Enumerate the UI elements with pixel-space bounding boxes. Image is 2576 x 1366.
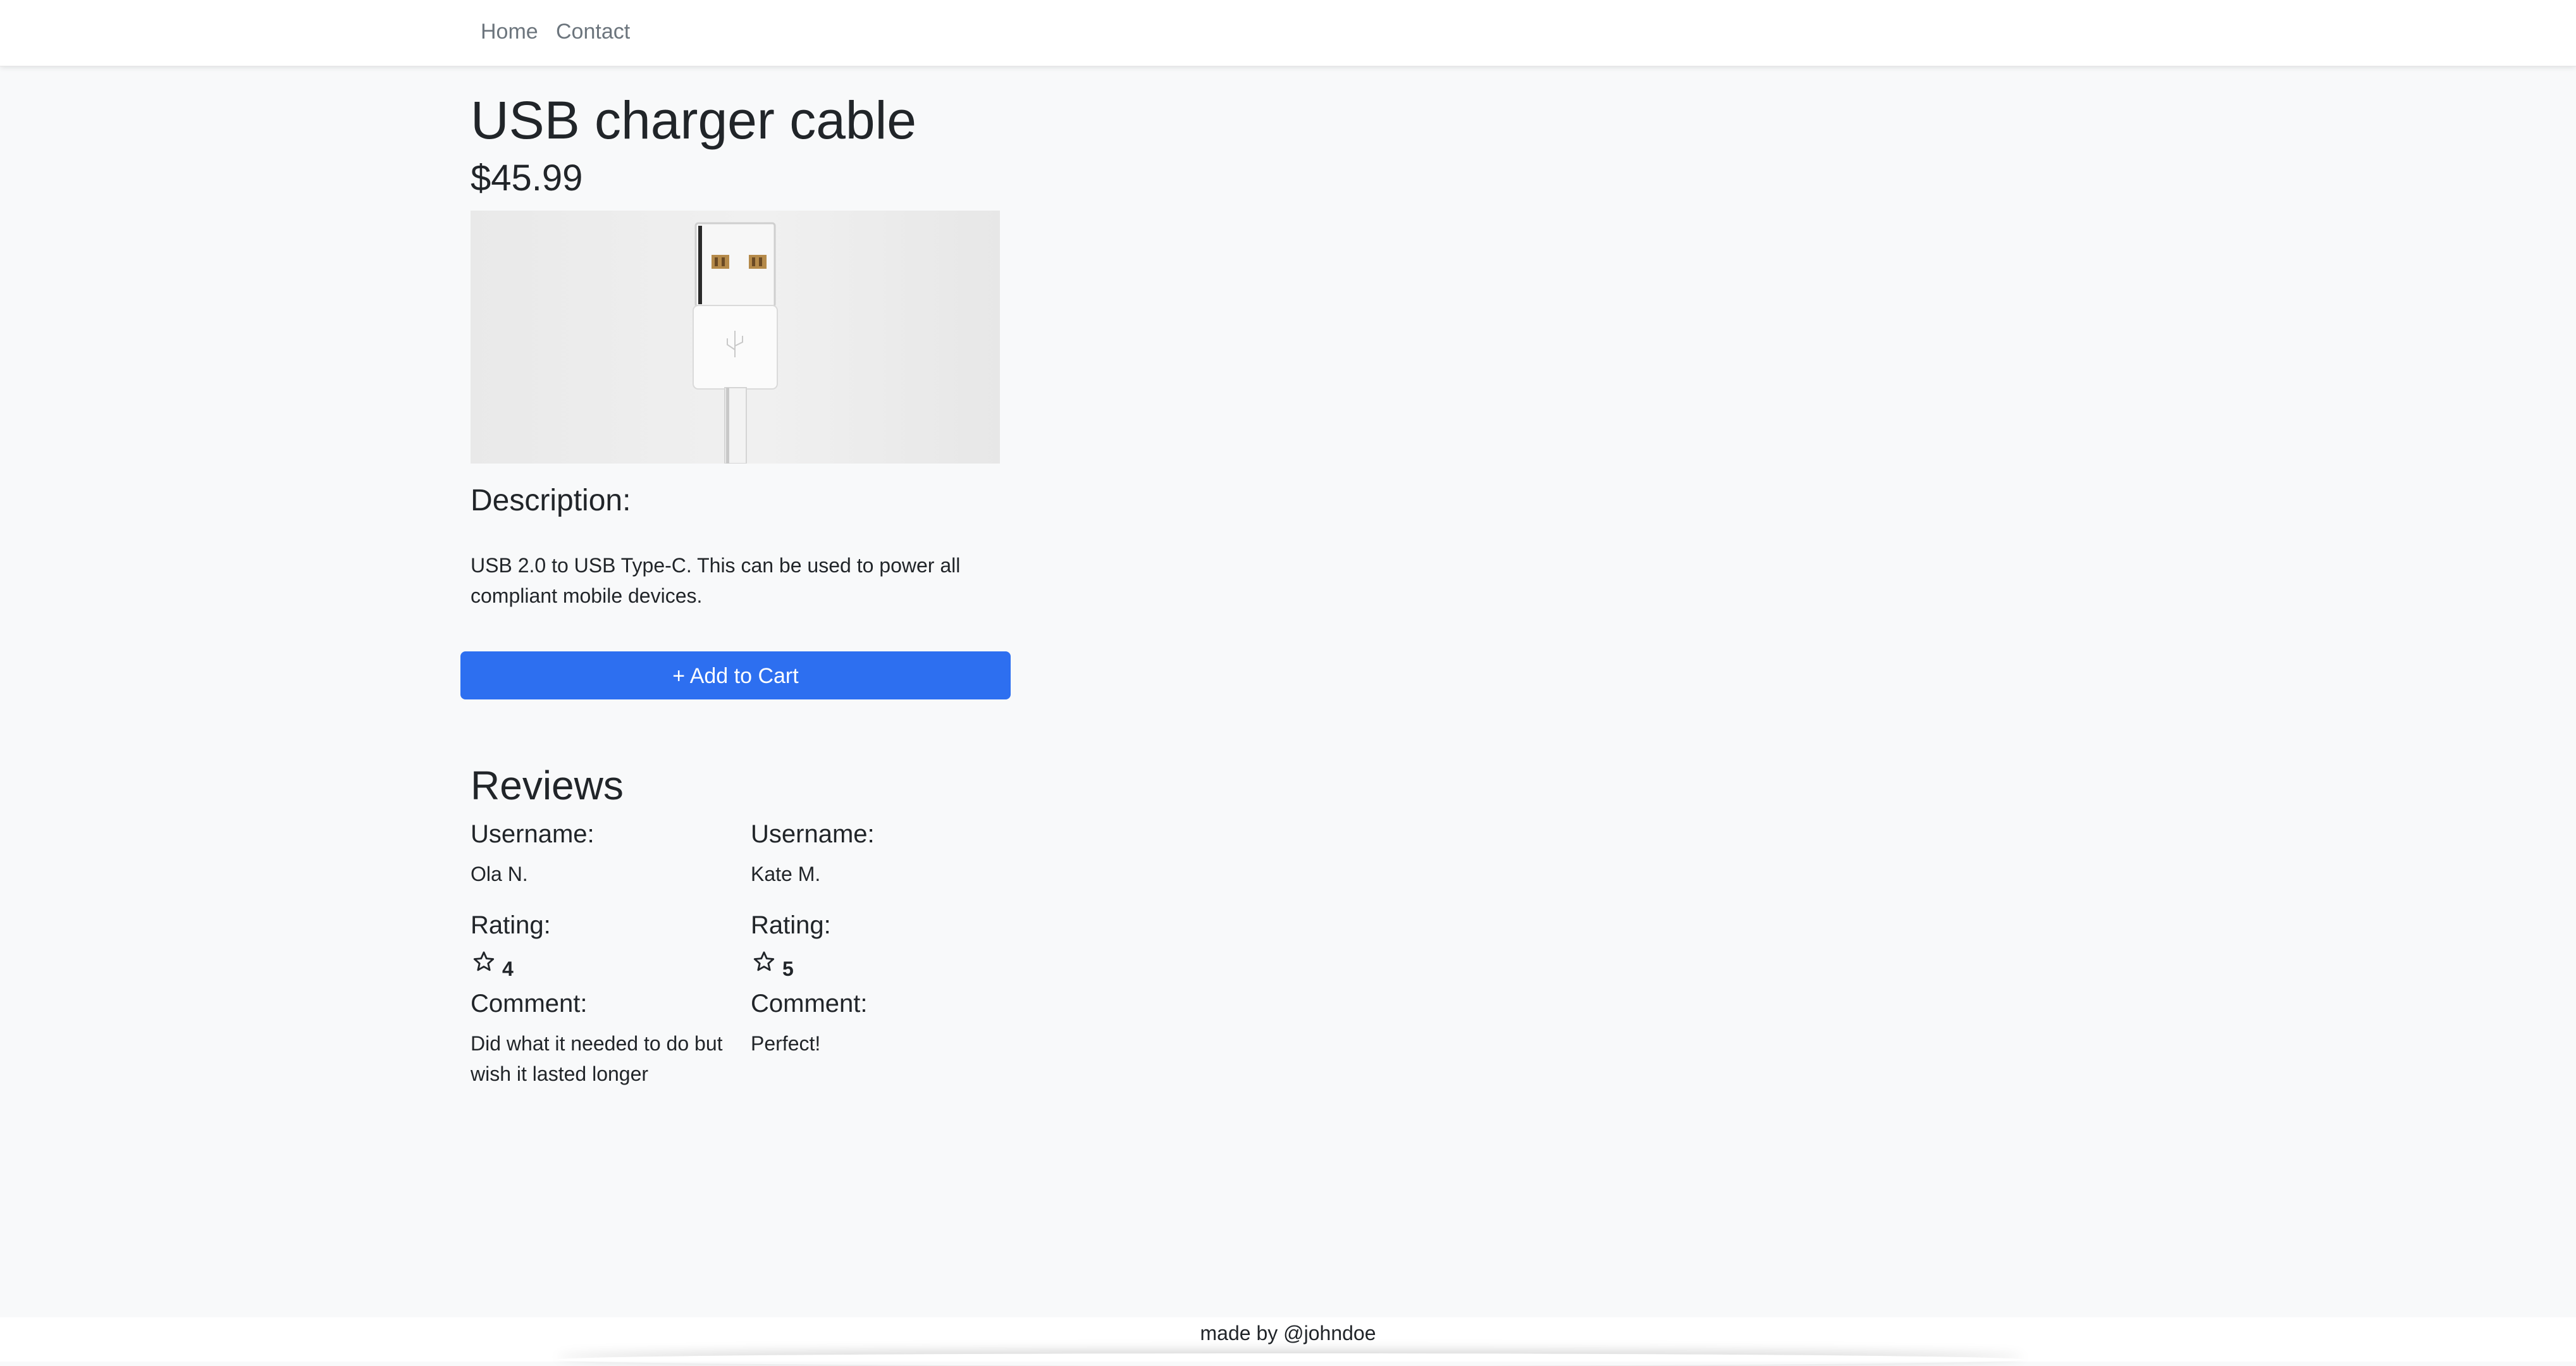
star-icon <box>753 951 775 971</box>
product-description: USB 2.0 to USB Type-C. This can be used … <box>471 554 961 607</box>
footer-credit: made by @johndoe <box>1200 1322 1376 1344</box>
review-comment: Perfect! <box>751 1032 821 1055</box>
nav-link-home[interactable]: Home <box>481 18 538 46</box>
add-to-cart-button[interactable]: + Add to Cart <box>460 651 1011 699</box>
review-username-label: Username: <box>471 820 595 848</box>
review-comment: Did what it needed to do but wish it las… <box>471 1032 723 1085</box>
top-navbar: Home Contact <box>0 0 2576 66</box>
footer-shadow <box>557 1353 2024 1366</box>
usb-cable-image <box>693 222 778 464</box>
product-image <box>471 211 1000 464</box>
review-rating-value: 5 <box>782 957 794 980</box>
review-comment-label: Comment: <box>471 990 588 1018</box>
review-username-label: Username: <box>751 820 875 848</box>
review-comment-label: Comment: <box>751 990 868 1018</box>
star-icon <box>473 951 495 971</box>
product-title: USB charger cable <box>471 90 917 150</box>
review-username: Ola N. <box>471 863 528 885</box>
review-rating-label: Rating: <box>751 911 831 939</box>
reviews-heading: Reviews <box>471 763 624 808</box>
review-rating-label: Rating: <box>471 911 551 939</box>
nav-link-contact[interactable]: Contact <box>556 18 630 46</box>
review-username: Kate M. <box>751 863 821 885</box>
description-heading: Description: <box>471 484 631 517</box>
review-rating-value: 4 <box>502 957 514 980</box>
product-price: $45.99 <box>471 157 583 199</box>
